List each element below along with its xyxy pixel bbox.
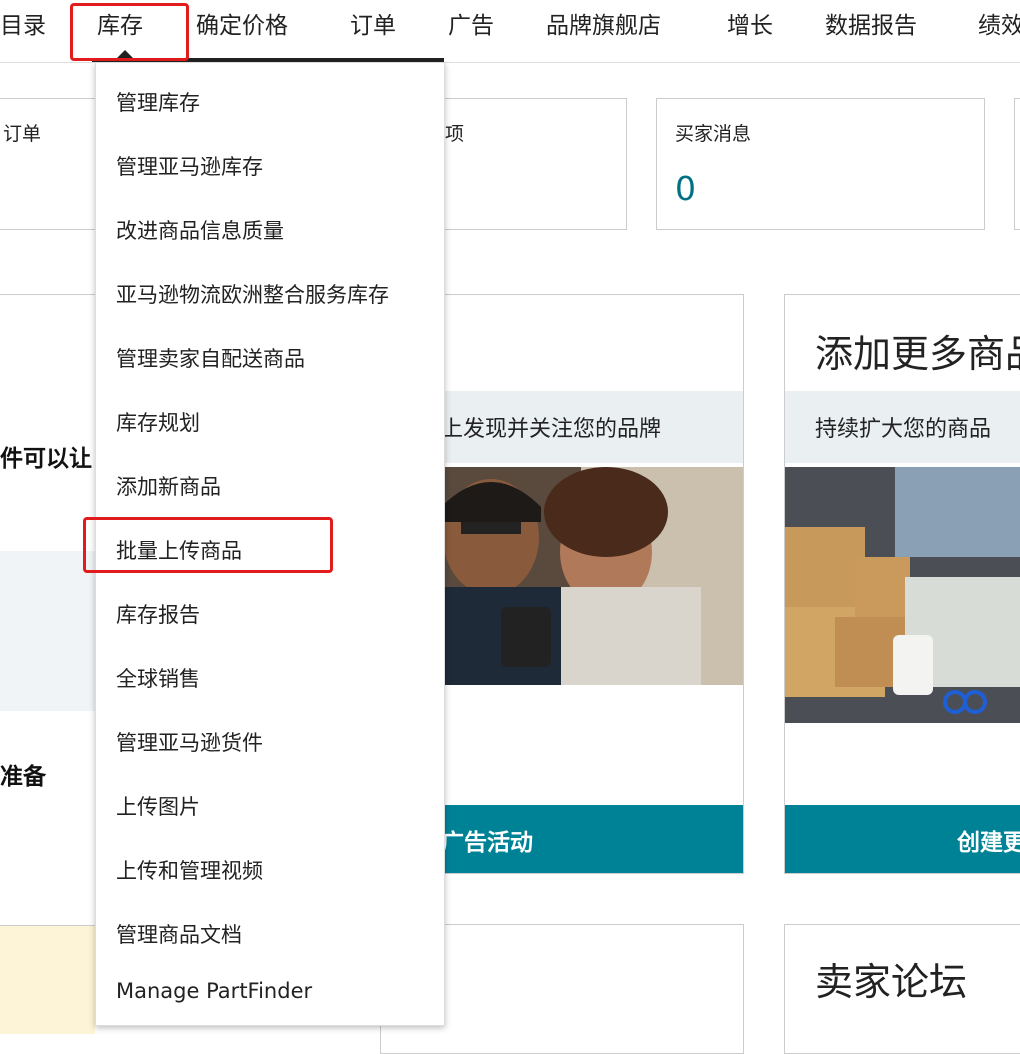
packages-photo-image: [785, 467, 1020, 723]
menu-item-manage-mfn-products[interactable]: 管理卖家自配送商品: [116, 343, 305, 373]
nav-item-pricing[interactable]: 确定价格: [196, 6, 288, 40]
menu-item-manage-inventory[interactable]: 管理库存: [116, 87, 200, 117]
stat-card-orders[interactable]: 订单: [0, 98, 110, 230]
left-card: 件可以让 准备: [0, 294, 99, 926]
seller-forum-card: 卖家论坛: [784, 924, 1020, 1054]
menu-item-manage-shipments[interactable]: 管理亚马逊货件: [116, 727, 263, 757]
stat-title-partial: 项: [445, 123, 465, 145]
stat-title: 买家消息: [675, 123, 752, 145]
nav-item-growth[interactable]: 增长: [727, 6, 773, 40]
card-title: 卖家论坛: [815, 960, 968, 1004]
menu-item-inventory-reports[interactable]: 库存报告: [116, 599, 200, 629]
stat-value[interactable]: 0: [675, 169, 696, 208]
menu-item-manage-fba-inventory[interactable]: 管理亚马逊库存: [116, 151, 263, 181]
menu-item-product-documents[interactable]: 管理商品文档: [116, 919, 242, 949]
add-products-button[interactable]: 创建更: [785, 805, 1020, 873]
button-label: 广告活动: [441, 830, 533, 856]
stat-card-buyer-messages[interactable]: 买家消息 0: [656, 98, 985, 230]
menu-item-pan-eu-inventory[interactable]: 亚马逊物流欧洲整合服务库存: [116, 279, 389, 309]
stat-card-cut-off: [1014, 98, 1020, 230]
menu-item-upload-videos[interactable]: 上传和管理视频: [116, 855, 263, 885]
menu-item-improve-listing-quality[interactable]: 改进商品信息质量: [116, 215, 284, 245]
nav-item-brand-store[interactable]: 品牌旗舰店: [546, 6, 661, 40]
card-title: 添加更多商品: [815, 332, 1020, 376]
menu-item-manage-partfinder[interactable]: Manage PartFinder: [116, 979, 312, 1003]
card-band-text: 持续扩大您的商品: [815, 417, 992, 442]
left-card-text: 准备: [0, 764, 46, 790]
menu-item-inventory-planning[interactable]: 库存规划: [116, 407, 200, 437]
nav-item-catalog[interactable]: 目录: [0, 6, 46, 40]
stat-title: 订单: [3, 123, 42, 145]
nav-item-advertising[interactable]: 广告: [448, 6, 494, 40]
left-bottom-card: [0, 926, 95, 1034]
nav-item-orders[interactable]: 订单: [350, 6, 396, 40]
card-band-text: 上发现并关注您的品牌: [441, 417, 662, 442]
stat-card-hidden[interactable]: 项: [420, 98, 627, 230]
nav-item-performance[interactable]: 绩效: [978, 6, 1020, 40]
button-label: 创建更: [957, 830, 1020, 856]
left-card-text: 件可以让: [0, 446, 92, 472]
menu-item-add-product[interactable]: 添加新商品: [116, 471, 221, 501]
inventory-highlight-box: [70, 3, 189, 61]
menu-item-upload-images[interactable]: 上传图片: [116, 791, 200, 821]
add-products-card: 添加更多商品 持续扩大您的商品 创建更: [784, 294, 1020, 874]
add-products-photo: [785, 467, 1020, 723]
bulk-upload-highlight-box: [83, 517, 333, 573]
nav-item-reports[interactable]: 数据报告: [825, 6, 917, 40]
card-band: 持续扩大您的商品: [785, 391, 1020, 463]
menu-item-global-selling[interactable]: 全球销售: [116, 663, 200, 693]
left-card-band: [0, 551, 98, 711]
